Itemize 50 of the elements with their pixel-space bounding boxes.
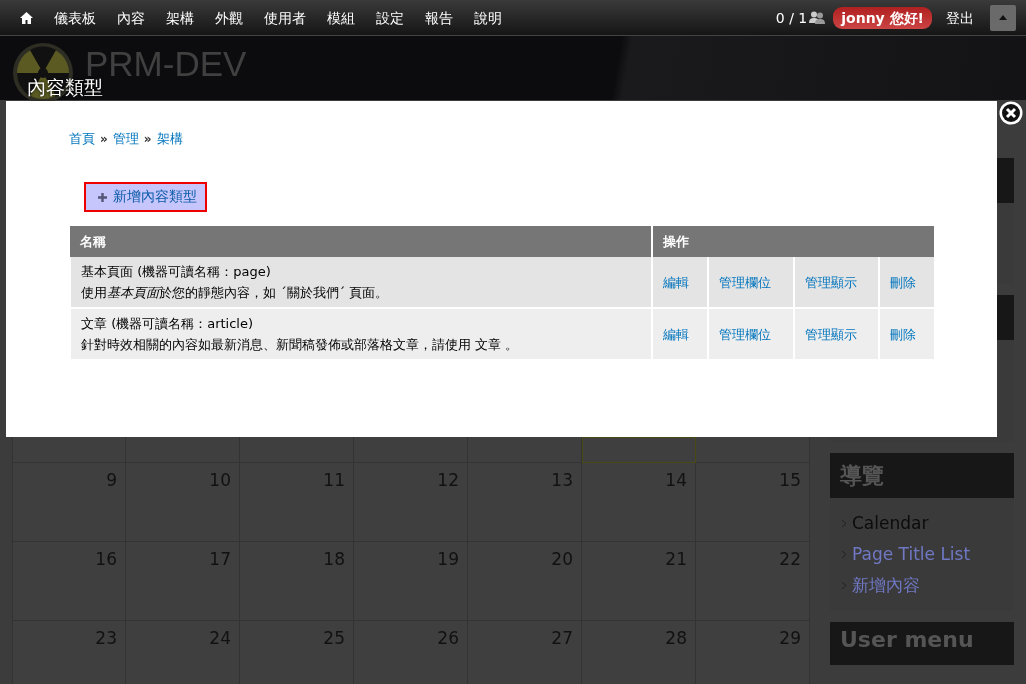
operation-link[interactable]: 編輯 xyxy=(663,274,689,290)
operation-link[interactable]: 刪除 xyxy=(890,274,917,290)
menu-link[interactable]: 架構 xyxy=(166,8,194,27)
breadcrumb-link[interactable]: 架構 xyxy=(156,130,183,148)
collapse-button[interactable] xyxy=(990,4,1016,31)
breadcrumb-link[interactable]: 管理 xyxy=(112,130,139,148)
content-type-name: 文章 (機器可讀名稱：article) xyxy=(81,315,255,333)
calendar-day[interactable] xyxy=(240,437,354,463)
menu-link[interactable]: 報告 xyxy=(425,8,453,27)
menu-link[interactable]: 模組 xyxy=(327,8,355,27)
home-icon[interactable] xyxy=(20,11,33,24)
menu-link[interactable]: 設定 xyxy=(376,8,404,27)
add-content-type-button[interactable]: 新增內容類型 xyxy=(84,182,207,212)
operation-link[interactable]: 管理欄位 xyxy=(718,274,771,290)
column-header: 名稱 xyxy=(70,226,652,257)
sidebar-block-title: 導覽 xyxy=(830,453,1014,498)
navigation-link[interactable]: Page Title List xyxy=(852,539,971,570)
navigation-link[interactable]: 新增內容 xyxy=(852,570,920,601)
page-title: 內容類型 xyxy=(27,78,103,96)
calendar-day[interactable] xyxy=(582,437,696,463)
calendar-day[interactable] xyxy=(126,437,240,463)
breadcrumb-separator: » xyxy=(143,131,152,148)
operation-link[interactable]: 管理顯示 xyxy=(804,326,857,342)
close-icon[interactable] xyxy=(999,101,1023,125)
operation-link[interactable]: 管理欄位 xyxy=(718,326,771,342)
content-type-name: 基本頁面 (機器可讀名稱：page) xyxy=(81,263,272,281)
operation-link[interactable]: 管理顯示 xyxy=(804,274,857,290)
menu-link[interactable]: 外觀 xyxy=(215,8,243,27)
menu-link[interactable]: 使用者 xyxy=(264,8,306,27)
calendar-day[interactable] xyxy=(468,437,582,463)
content-type-description: 針對時效相關的內容如最新消息、新聞稿發佈或部落格文章，請使用 文章 。 xyxy=(81,336,520,354)
menu-link[interactable]: 內容 xyxy=(117,8,145,27)
caret-icon xyxy=(999,15,1007,20)
column-header: 操作 xyxy=(652,226,934,257)
menu-link[interactable]: 說明 xyxy=(474,8,502,27)
plus-icon xyxy=(98,192,107,202)
breadcrumb-link[interactable]: 首頁 xyxy=(69,130,95,148)
user-count: 0 / 1 xyxy=(775,9,808,26)
operation-link[interactable]: 刪除 xyxy=(890,326,917,342)
operation-link[interactable]: 編輯 xyxy=(663,326,689,342)
sidebar-block-title: User menu xyxy=(830,622,1014,665)
menu-link[interactable]: 儀表板 xyxy=(54,8,96,27)
users-icon xyxy=(809,11,826,24)
user-greeting[interactable]: jonny 您好! xyxy=(833,6,932,29)
calendar-day[interactable] xyxy=(696,437,810,463)
calendar-day[interactable] xyxy=(354,437,468,463)
breadcrumb-separator: » xyxy=(100,131,108,148)
content-type-description: 使用基本頁面於您的靜態內容，如 ´關於我們´ 頁面。 xyxy=(81,284,390,302)
logout-link[interactable]: 登出 xyxy=(946,8,974,27)
calendar-day[interactable] xyxy=(12,437,126,463)
